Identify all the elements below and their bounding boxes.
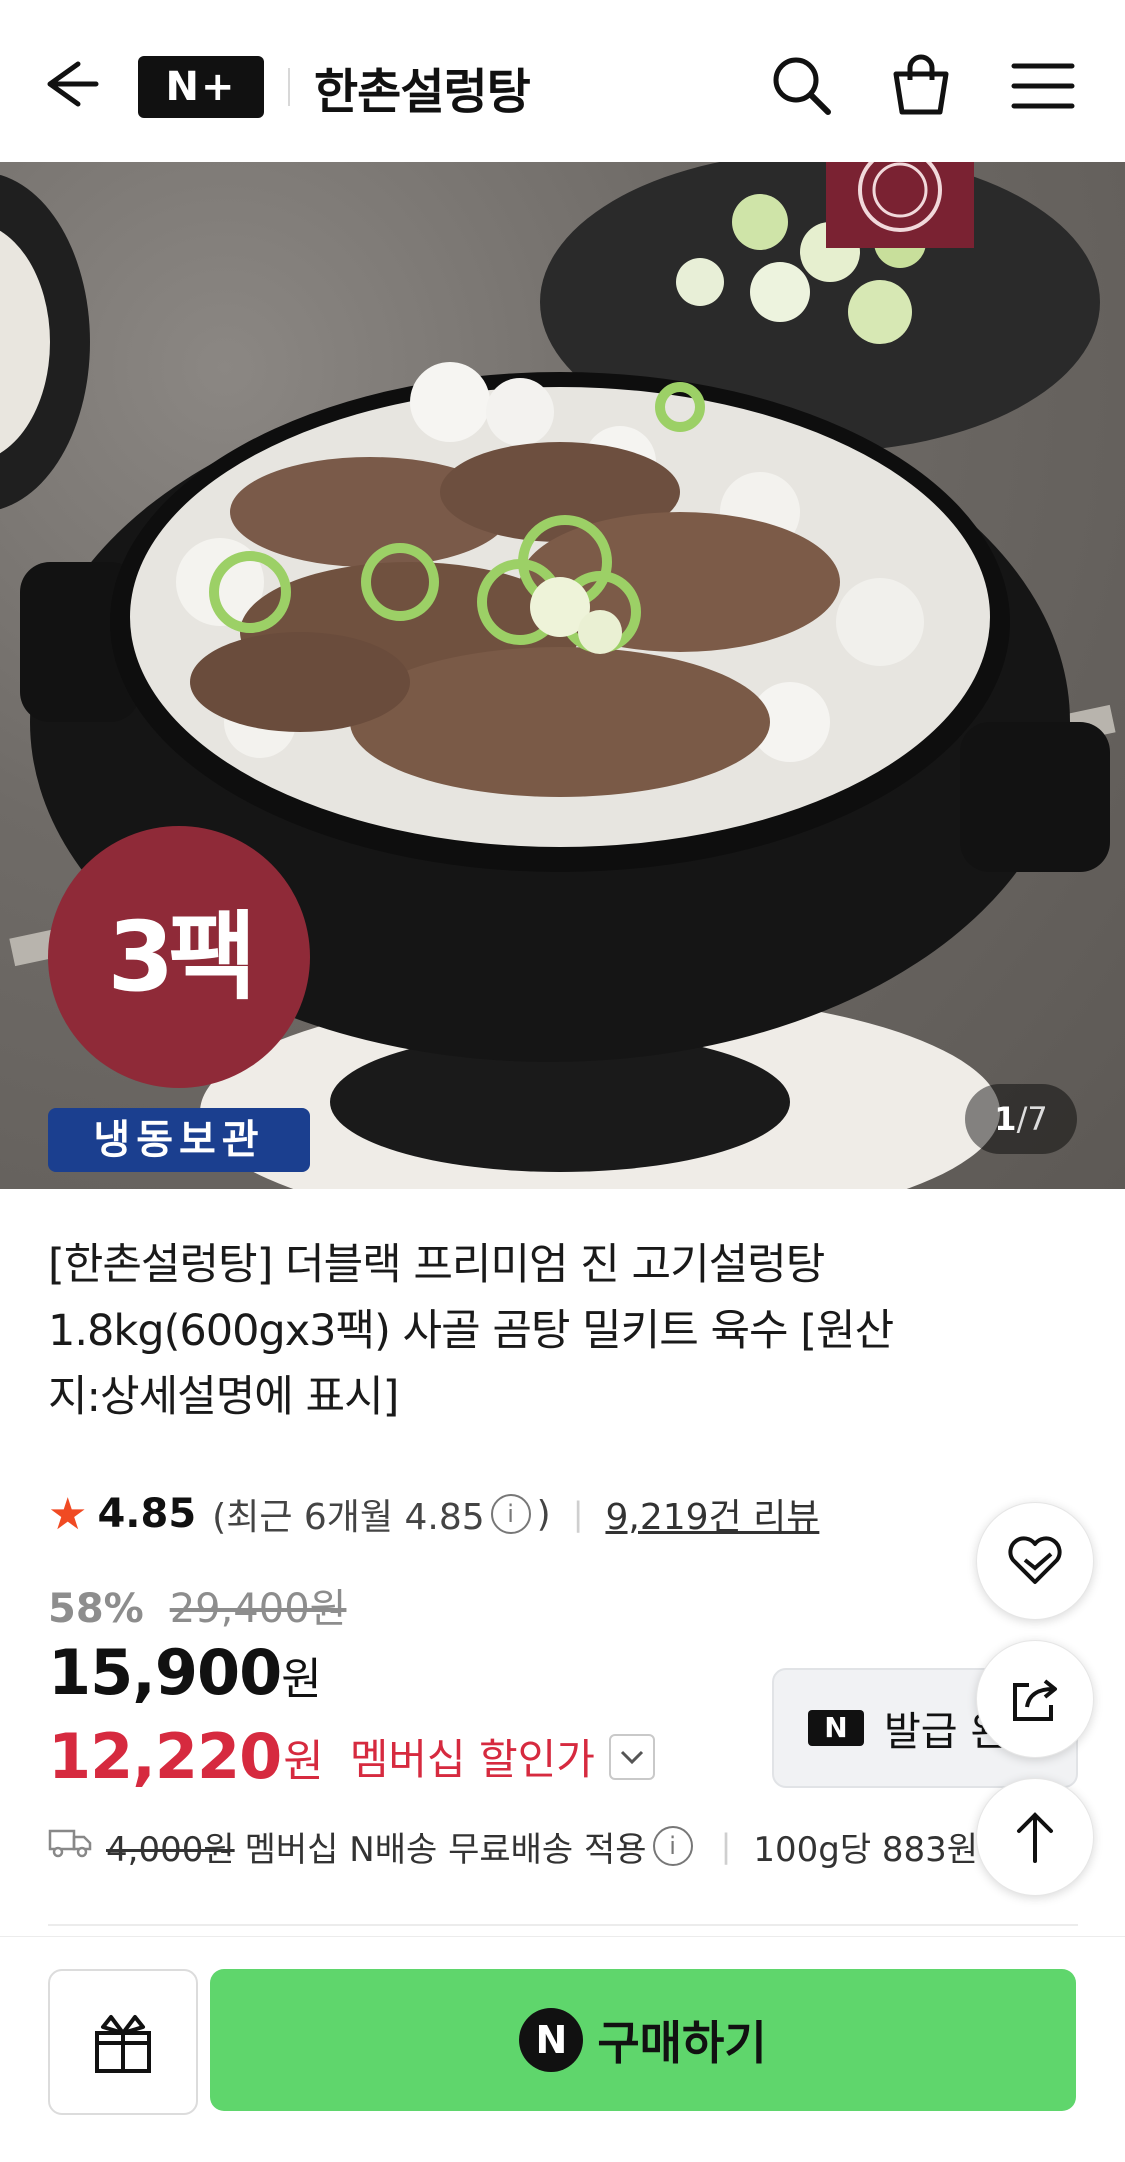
rating-separator: | (572, 1495, 584, 1533)
product-title: [한촌설렁탕] 더블랙 프리미엄 진 고기설렁탕 1.8kg(600gx3팩) … (48, 1240, 894, 1422)
sale-price-unit: 원 (281, 1654, 321, 1705)
member-price-unit: 원 (283, 1735, 324, 1787)
info-icon[interactable]: i (490, 1494, 531, 1534)
section-divider (48, 1924, 1078, 1926)
rating-row: ★ 4.85 (최근 6개월 4.85 i ) | 9,219건 리뷰 (48, 1484, 819, 1544)
header-divider (288, 68, 290, 106)
shipping-info-icon[interactable]: i (652, 1826, 693, 1866)
chevron-down-icon[interactable] (608, 1733, 655, 1780)
brand-seal-logo (826, 162, 974, 248)
hamburger-menu-icon[interactable] (1008, 54, 1078, 118)
original-price: 29,400원 (169, 1586, 347, 1632)
arrow-up-icon (1017, 1812, 1053, 1863)
purchase-bar: N 구매하기 (0, 1936, 1125, 2162)
share-icon (1013, 1679, 1057, 1721)
wishlist-heart-button[interactable] (976, 1502, 1094, 1620)
buy-button[interactable]: N 구매하기 (210, 1969, 1076, 2111)
member-price-label: 멤버십 할인가 (349, 1735, 595, 1784)
sale-price: 15,900원 (48, 1636, 322, 1709)
store-title[interactable]: 한촌설렁탕 (314, 52, 531, 122)
image-counter: 1/7 (965, 1084, 1077, 1154)
naver-n-icon: N (808, 1710, 864, 1746)
truck-icon (48, 1825, 92, 1868)
star-icon: ★ (48, 1488, 88, 1540)
naver-pay-icon: N (519, 2008, 584, 2072)
shopping-bag-icon[interactable] (886, 50, 956, 120)
gift-icon (95, 2015, 151, 2073)
recent-rating-suffix: ) (536, 1493, 551, 1535)
shipping-separator: | (720, 1827, 732, 1865)
image-total: /7 (1016, 1100, 1048, 1138)
shipping-note: 멤버십 N배송 무료배송 적용 (244, 1829, 647, 1870)
search-icon[interactable] (766, 50, 836, 120)
product-image-carousel[interactable]: 3팩 냉동보관 1/7 (0, 162, 1125, 1189)
member-price-row[interactable]: 12,220 원 멤버십 할인가 (48, 1720, 655, 1793)
member-price-value: 12,220 (48, 1720, 282, 1793)
back-arrow-icon[interactable] (38, 52, 102, 116)
buy-label: 구매하기 (597, 2016, 767, 2070)
unit-price: 100g당 883원 (753, 1829, 979, 1870)
image-index: 1 (994, 1100, 1017, 1138)
shipping-row: 4,000원 멤버십 N배송 무료배송 적용 i | 100g당 883원 (48, 1818, 978, 1874)
shipping-fee: 4,000원 (106, 1829, 235, 1870)
nplus-logo[interactable]: N+ (138, 56, 264, 118)
discount-rate: 58% (48, 1586, 144, 1632)
rating-value: 4.85 (97, 1491, 197, 1537)
review-count-link[interactable]: 9,219건 리뷰 (605, 1488, 819, 1540)
share-button[interactable] (976, 1640, 1094, 1758)
scroll-to-top-button[interactable] (976, 1778, 1094, 1896)
gift-button[interactable] (48, 1969, 198, 2115)
pack-count-badge: 3팩 (48, 826, 310, 1088)
frozen-storage-badge: 냉동보관 (48, 1108, 310, 1172)
sale-price-value: 15,900 (48, 1636, 282, 1709)
app-header: N+ 한촌설렁탕 (0, 0, 1125, 162)
heart-icon (1008, 1536, 1062, 1584)
recent-rating-prefix: (최근 6개월 4.85 (212, 1497, 485, 1538)
recent-rating: (최근 6개월 4.85 i ) (212, 1488, 551, 1540)
discount-row: 58% 29,400원 (48, 1576, 346, 1634)
